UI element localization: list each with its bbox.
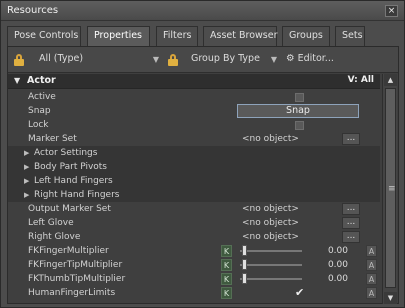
- active-checkbox[interactable]: [295, 93, 304, 102]
- group-actor-settings[interactable]: ▶ Actor Settings: [8, 146, 380, 160]
- group-label: Body Part Pivots: [34, 162, 107, 172]
- lock-icon[interactable]: [14, 54, 24, 66]
- property-label: Active: [28, 92, 56, 102]
- vertical-scrollbar[interactable]: ▲ ≡ ▼: [382, 74, 397, 304]
- property-label: Snap: [28, 106, 51, 116]
- numeric-value[interactable]: 0.00: [326, 244, 348, 258]
- slider-handle[interactable]: [242, 259, 247, 270]
- numeric-value[interactable]: 0.00: [326, 258, 348, 272]
- key-button[interactable]: K: [221, 245, 232, 257]
- property-label: FKThumbTipMultiplier: [28, 274, 126, 284]
- property-row-active: Active: [8, 90, 380, 104]
- tab-groups[interactable]: Groups: [282, 26, 330, 46]
- slider-track[interactable]: [240, 278, 302, 280]
- expand-right-icon[interactable]: ▶: [24, 174, 29, 188]
- expand-right-icon[interactable]: ▶: [24, 160, 29, 174]
- settings-icon: ⚙: [286, 53, 295, 64]
- output-marker-set-browse-button[interactable]: ...: [342, 203, 360, 215]
- property-row-lock: Lock: [8, 118, 380, 132]
- slider-track[interactable]: [240, 250, 302, 252]
- property-row-snap: Snap Snap: [8, 104, 380, 118]
- property-label: Marker Set: [28, 134, 77, 144]
- group-by-dropdown[interactable]: Group By Type ▼: [188, 52, 280, 67]
- property-row-output-marker-set: Output Marker Set <no object> ...: [8, 202, 380, 216]
- tab-asset-browser[interactable]: Asset Browser: [203, 26, 277, 46]
- properties-panel: All (Type) ▼ Group By Type ▼ ⚙ Editor...…: [7, 46, 399, 304]
- property-row-marker-set: Marker Set <no object> ...: [8, 132, 380, 146]
- property-label: Right Glove: [28, 232, 81, 242]
- expand-right-icon[interactable]: ▶: [24, 146, 29, 160]
- property-label: Left Glove: [28, 218, 74, 228]
- animate-button[interactable]: A: [366, 287, 377, 299]
- animate-button[interactable]: A: [366, 245, 377, 257]
- actor-section-header[interactable]: ▼ Actor V: All: [8, 74, 380, 89]
- chevron-down-icon: ▼: [270, 55, 277, 64]
- property-label: HumanFingerLimits: [28, 288, 116, 298]
- property-row-right-glove: Right Glove <no object> ...: [8, 230, 380, 244]
- left-glove-browse-button[interactable]: ...: [342, 217, 360, 229]
- lock-checkbox[interactable]: [295, 121, 304, 130]
- group-label: Right Hand Fingers: [34, 190, 120, 200]
- left-glove-value: <no object>: [242, 218, 299, 228]
- editor-button[interactable]: ⚙ Editor...: [286, 52, 334, 67]
- close-icon[interactable]: ×: [385, 5, 398, 17]
- group-by-value: Group By Type: [191, 53, 260, 64]
- right-glove-value: <no object>: [242, 232, 299, 242]
- section-title: Actor: [27, 75, 56, 86]
- property-row-fk-finger-tip-multiplier: FKFingerTipMultiplier K 0.00 A: [8, 258, 380, 272]
- grip-icon: ≡: [388, 184, 396, 194]
- key-button[interactable]: K: [221, 287, 232, 299]
- resources-window: Resources × Pose Controls Properties Fil…: [0, 0, 405, 308]
- type-filter-dropdown[interactable]: All (Type) ▼: [36, 52, 162, 67]
- tab-pose-controls[interactable]: Pose Controls: [7, 26, 81, 46]
- right-glove-browse-button[interactable]: ...: [342, 231, 360, 243]
- scroll-up-arrow-icon[interactable]: ▲: [384, 74, 397, 86]
- scrollbar-thumb[interactable]: ≡: [385, 88, 396, 288]
- marker-set-value: <no object>: [242, 134, 299, 144]
- visibility-label[interactable]: V: All: [348, 75, 374, 85]
- key-button[interactable]: K: [221, 259, 232, 271]
- property-label: Output Marker Set: [28, 204, 111, 214]
- numeric-value[interactable]: 0.00: [326, 272, 348, 286]
- lock-icon[interactable]: [168, 54, 178, 66]
- editor-button-label: Editor...: [297, 53, 334, 64]
- title-bar: Resources ×: [1, 1, 404, 21]
- marker-set-browse-button[interactable]: ...: [342, 133, 360, 145]
- key-button[interactable]: K: [221, 273, 232, 285]
- group-label: Left Hand Fingers: [34, 176, 113, 186]
- property-list: ▼ Actor V: All Active Snap Snap Lock Mar…: [8, 74, 380, 304]
- group-right-hand-fingers[interactable]: ▶ Right Hand Fingers: [8, 188, 380, 202]
- expand-right-icon[interactable]: ▶: [24, 188, 29, 202]
- tab-filters[interactable]: Filters: [156, 26, 198, 46]
- property-row-human-finger-limits: HumanFingerLimits K ✔ A: [8, 286, 380, 300]
- expand-down-icon[interactable]: ▼: [14, 76, 20, 85]
- snap-button[interactable]: Snap: [237, 104, 359, 118]
- property-label: Lock: [28, 120, 49, 130]
- checkmark-icon[interactable]: ✔: [295, 286, 304, 300]
- slider-track[interactable]: [240, 264, 302, 266]
- tab-properties[interactable]: Properties: [87, 26, 150, 46]
- chevron-down-icon: ▼: [152, 55, 159, 64]
- slider-handle[interactable]: [242, 245, 247, 256]
- scroll-down-arrow-icon[interactable]: ▼: [384, 292, 397, 304]
- property-row-fk-finger-multiplier: FKFingerMultiplier K 0.00 A: [8, 244, 380, 258]
- slider-handle[interactable]: [242, 273, 247, 284]
- property-row-fk-thumb-tip-multiplier: FKThumbTipMultiplier K 0.00 A: [8, 272, 380, 286]
- group-label: Actor Settings: [34, 148, 98, 158]
- type-filter-value: All (Type): [39, 53, 84, 64]
- animate-button[interactable]: A: [366, 259, 377, 271]
- animate-button[interactable]: A: [366, 273, 377, 285]
- group-left-hand-fingers[interactable]: ▶ Left Hand Fingers: [8, 174, 380, 188]
- tab-sets[interactable]: Sets: [335, 26, 365, 46]
- window-title: Resources: [7, 5, 59, 16]
- properties-toolbar: All (Type) ▼ Group By Type ▼ ⚙ Editor...: [8, 47, 398, 73]
- property-label: FKFingerTipMultiplier: [28, 260, 123, 270]
- property-label: FKFingerMultiplier: [28, 246, 109, 256]
- output-marker-set-value: <no object>: [242, 204, 299, 214]
- group-body-part-pivots[interactable]: ▶ Body Part Pivots: [8, 160, 380, 174]
- property-row-left-glove: Left Glove <no object> ...: [8, 216, 380, 230]
